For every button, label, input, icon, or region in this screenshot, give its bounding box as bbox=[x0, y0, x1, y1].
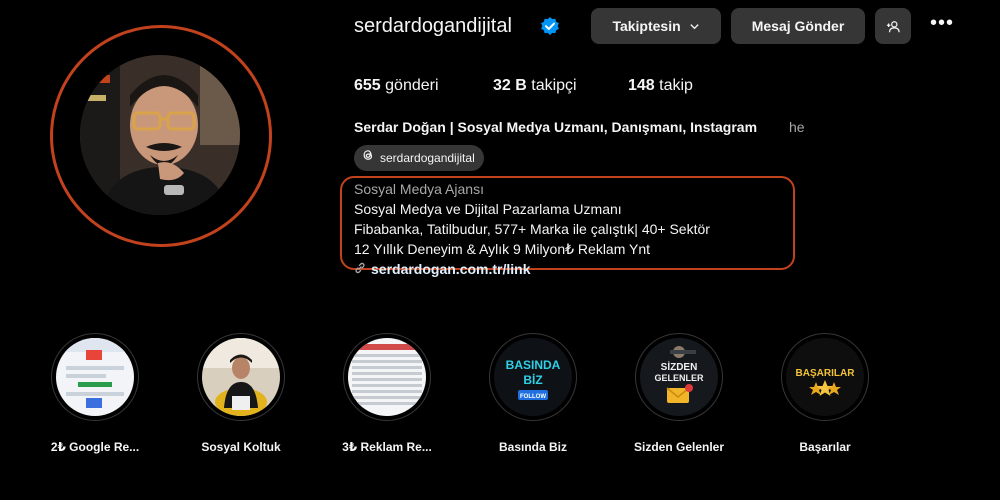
press-badge-text: BİZ bbox=[523, 372, 542, 387]
highlight-cover: SİZDEN GELENLER bbox=[635, 333, 723, 421]
posts-count: 655 bbox=[354, 77, 381, 94]
following-stat[interactable]: 148 takip bbox=[628, 76, 693, 96]
profile-photo bbox=[80, 55, 240, 215]
highlight-item[interactable]: SİZDEN GELENLER Sizden Gelenler bbox=[624, 333, 734, 455]
highlight-cover bbox=[51, 333, 139, 421]
highlight-item[interactable]: 2₺ Google Re... bbox=[40, 333, 150, 455]
followers-stat[interactable]: 32 B takipçi bbox=[493, 76, 577, 96]
highlight-cover bbox=[343, 333, 431, 421]
highlight-label: 3₺ Reklam Re... bbox=[342, 440, 432, 454]
add-person-icon bbox=[886, 19, 900, 33]
bio-line: 12 Yıllık Deneyim & Aylık 9 Milyon₺ Rekl… bbox=[354, 241, 651, 257]
mail-badge-icon: SİZDEN GELENLER bbox=[640, 338, 718, 416]
following-button-label: Takiptesin bbox=[612, 18, 681, 34]
pronoun: he bbox=[789, 119, 805, 135]
send-message-button[interactable]: Mesaj Gönder bbox=[731, 8, 865, 44]
press-badge-text: BASINDA bbox=[506, 358, 561, 372]
highlight-item[interactable]: BASINDA BİZ FOLLOW Basında Biz bbox=[478, 333, 588, 455]
chevron-down-icon bbox=[689, 9, 700, 45]
highlight-item[interactable]: BAŞARILAR Başarılar bbox=[770, 333, 880, 455]
highlight-label: Basında Biz bbox=[498, 440, 567, 454]
press-badge-icon: BASINDA BİZ FOLLOW bbox=[494, 338, 572, 416]
ad-report-screenshot-icon bbox=[348, 338, 426, 416]
bio-line: Fibabanka, Tatilbudur, 577+ Marka ile ça… bbox=[354, 221, 710, 237]
mail-badge-text: SİZDEN bbox=[661, 360, 698, 373]
stars-badge-text: BAŞARILAR bbox=[796, 368, 856, 379]
verified-badge-icon bbox=[540, 16, 560, 36]
posts-label: gönderi bbox=[385, 77, 439, 94]
highlight-label: Başarılar bbox=[799, 440, 851, 454]
suggested-people-button[interactable] bbox=[875, 8, 911, 44]
highlight-item[interactable]: Sosyal Koltuk bbox=[186, 333, 296, 455]
following-count: 148 bbox=[628, 77, 655, 94]
highlight-label: Sizden Gelenler bbox=[633, 440, 725, 454]
highlight-cover: BASINDA BİZ FOLLOW bbox=[489, 333, 577, 421]
highlight-label: 2₺ Google Re... bbox=[50, 440, 140, 454]
highlight-item[interactable]: 3₺ Reklam Re... bbox=[332, 333, 442, 455]
bio-line: Sosyal Medya ve Dijital Pazarlama Uzmanı bbox=[354, 201, 622, 217]
highlight-cover bbox=[197, 333, 285, 421]
follow-badge-text: FOLLOW bbox=[520, 394, 546, 400]
followers-count: 32 B bbox=[493, 77, 527, 94]
following-label: takip bbox=[659, 77, 693, 94]
more-options-icon[interactable]: ••• bbox=[930, 13, 956, 36]
following-button[interactable]: Takiptesin bbox=[591, 8, 721, 44]
posts-stat: 655 gönderi bbox=[354, 76, 439, 96]
highlight-cover: BAŞARILAR bbox=[781, 333, 869, 421]
profile-link[interactable]: serdardogan.com.tr/link bbox=[354, 260, 530, 278]
followers-label: takipçi bbox=[531, 77, 577, 94]
stars-badge-icon: BAŞARILAR bbox=[786, 338, 864, 416]
highlight-label: Sosyal Koltuk bbox=[201, 440, 281, 454]
threads-icon bbox=[361, 145, 375, 171]
avatar[interactable] bbox=[80, 55, 240, 215]
link-icon bbox=[354, 260, 366, 278]
full-name: Serdar Doğan | Sosyal Medya Uzmanı, Danı… bbox=[354, 119, 758, 135]
mail-badge-text: GELENLER bbox=[654, 373, 704, 383]
category-label: Sosyal Medya Ajansı bbox=[354, 181, 484, 197]
person-in-chair-photo-icon bbox=[202, 338, 280, 416]
profile-link-text: serdardogan.com.tr/link bbox=[371, 261, 531, 277]
threads-link-chip[interactable]: serdardogandijital bbox=[354, 145, 484, 171]
username: serdardogandijital bbox=[354, 15, 512, 37]
threads-handle: serdardogandijital bbox=[380, 151, 475, 165]
google-ads-screenshot-icon bbox=[56, 338, 134, 416]
